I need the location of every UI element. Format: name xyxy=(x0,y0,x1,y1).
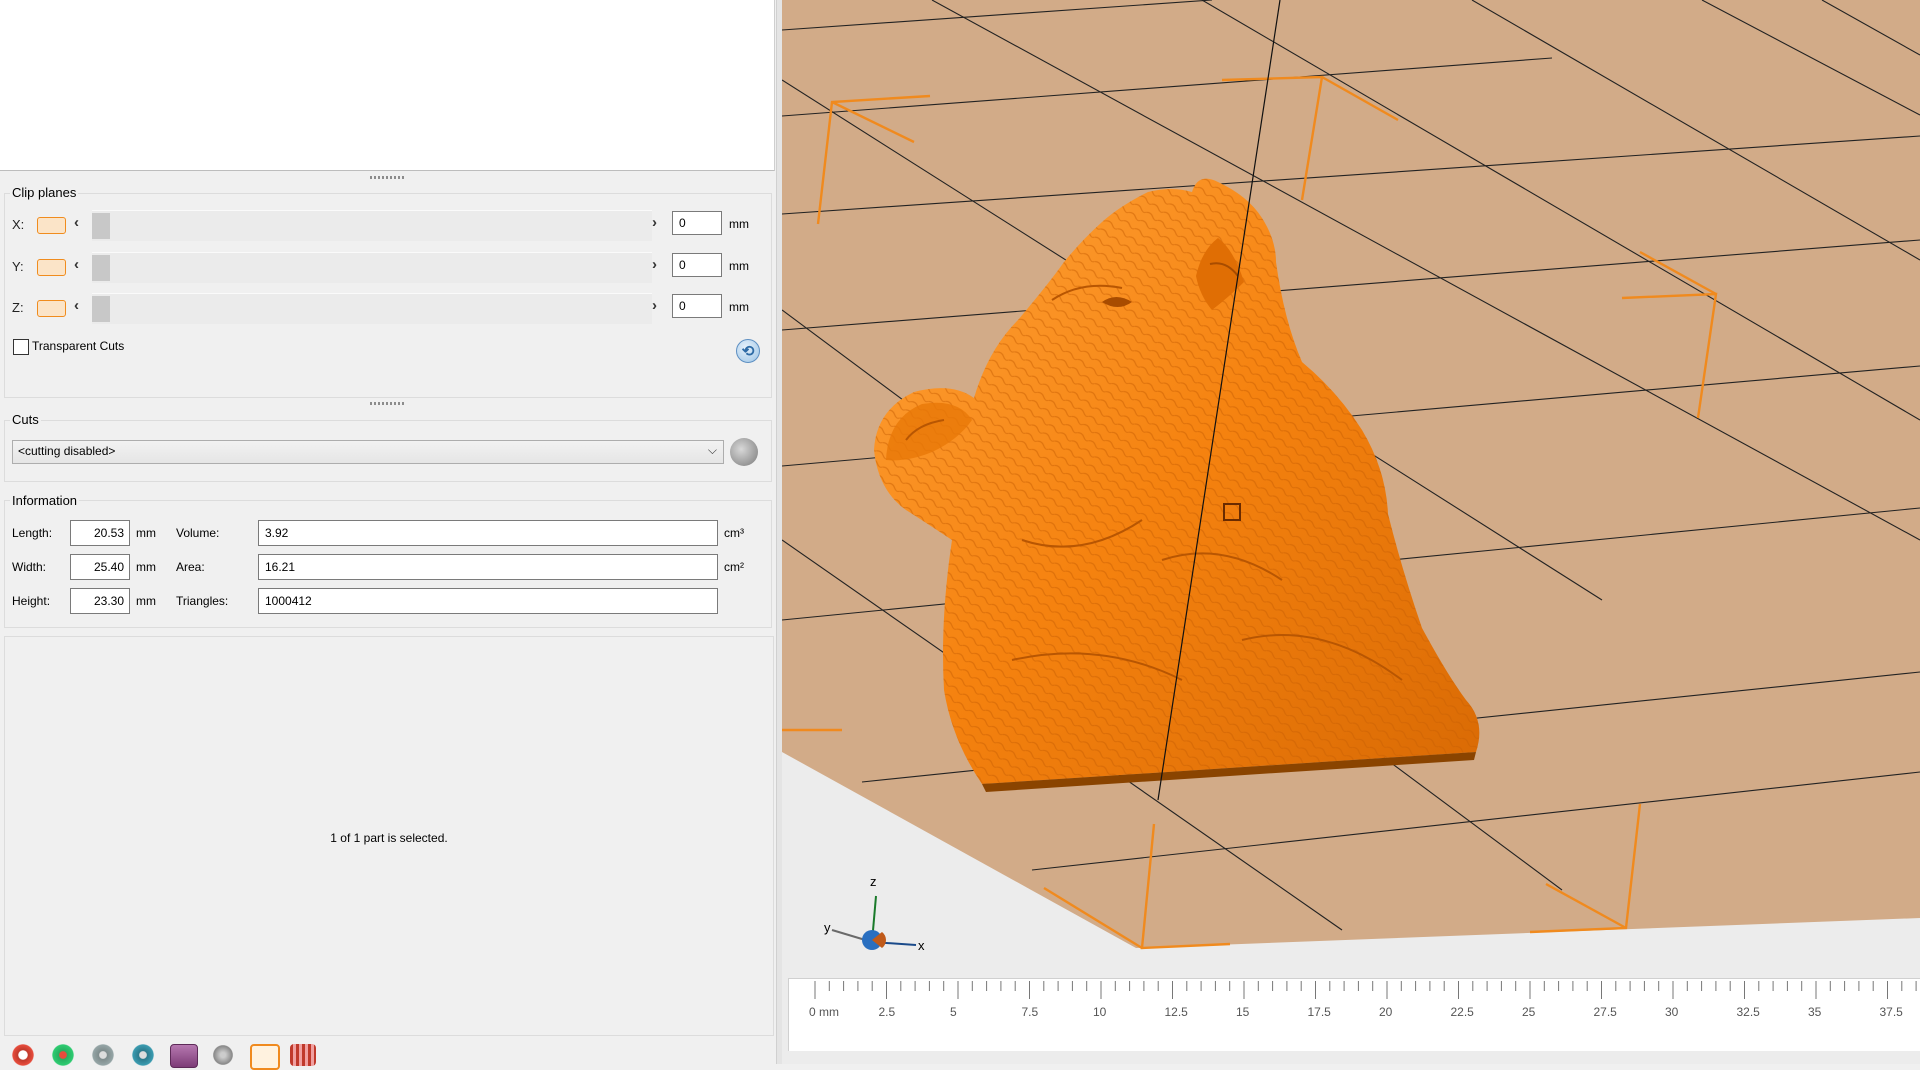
clip-z-toggle[interactable] xyxy=(37,300,66,317)
box-view-icon[interactable] xyxy=(170,1044,198,1068)
clip-z-value[interactable] xyxy=(672,294,722,318)
clip-y-unit: mm xyxy=(729,259,749,273)
width-unit: mm xyxy=(136,560,156,574)
bottom-toolbar xyxy=(6,1040,326,1070)
ruler-label: 35 xyxy=(1808,1005,1822,1019)
clip-y-decrement[interactable]: ‹ xyxy=(74,256,79,273)
length-value: 20.53 xyxy=(70,520,130,546)
triangles-label: Triangles: xyxy=(176,594,229,608)
ruler-label: 2.5 xyxy=(878,1005,896,1019)
clip-z-unit: mm xyxy=(729,300,749,314)
cuts-title: Cuts xyxy=(10,412,41,427)
ruler-label: 25 xyxy=(1522,1005,1536,1019)
area-label: Area: xyxy=(176,560,205,574)
ruler-label: 20 xyxy=(1379,1005,1393,1019)
clip-x-slider[interactable] xyxy=(92,210,652,241)
clip-axis-label: Y: xyxy=(12,259,24,274)
ruler-label: 5 xyxy=(950,1005,957,1019)
measurement-ruler: 0 mm 2.5 5 7.5 10 12.5 15 17.5 20 22.5 25 27.5 30 32.… xyxy=(788,978,1920,1051)
ruler-label: 15 xyxy=(1236,1005,1250,1019)
clip-z-increment[interactable]: › xyxy=(652,297,657,314)
clip-x-toggle[interactable] xyxy=(37,217,66,234)
transparent-cuts-label: Transparent Cuts xyxy=(32,339,125,353)
ruler-label: 22.5 xyxy=(1450,1005,1474,1019)
3d-viewport[interactable]: z y x 0 mm 2.5 5 7.5 10 12.5 15 17.5 20 22.5 25 27.… xyxy=(782,0,1920,1064)
clip-x-decrement[interactable]: ‹ xyxy=(74,214,79,231)
width-label: Width: xyxy=(12,560,47,574)
height-label: Height: xyxy=(12,594,51,608)
height-unit: mm xyxy=(136,594,156,608)
volume-label: Volume: xyxy=(176,526,220,540)
ruler-label: 12.5 xyxy=(1164,1005,1188,1019)
grid-tool-icon[interactable] xyxy=(290,1044,316,1066)
area-unit: cm² xyxy=(724,560,744,574)
ruler-label: 10 xyxy=(1093,1005,1107,1019)
clip-row-y: Y: ‹ › mm xyxy=(8,250,758,284)
ruler-label: 30 xyxy=(1665,1005,1679,1019)
chevron-down-icon: ⌵ xyxy=(707,443,717,457)
cuts-dropdown[interactable]: <cutting disabled> ⌵ xyxy=(12,440,724,464)
ruler-label: 32.5 xyxy=(1736,1005,1760,1019)
width-value: 25.40 xyxy=(70,554,130,580)
clip-y-toggle[interactable] xyxy=(37,259,66,276)
reset-clip-icon[interactable]: ⟲ xyxy=(736,339,760,363)
ruler-label: 37.5 xyxy=(1879,1005,1903,1019)
ruler-label: 17.5 xyxy=(1307,1005,1331,1019)
ruler-label: 27.5 xyxy=(1593,1005,1617,1019)
clip-z-slider-thumb[interactable] xyxy=(92,296,110,322)
axis-y-label: y xyxy=(824,920,831,935)
axis-gizmo xyxy=(831,895,917,950)
rotate-right-icon[interactable] xyxy=(130,1044,156,1066)
transparent-cuts-checkbox[interactable] xyxy=(13,339,29,355)
axis-z-label: z xyxy=(870,874,877,889)
left-panel: Clip planes X: ‹ › mm Y: ‹ › mm Z: ‹ › m… xyxy=(0,0,776,1070)
axis-x-label: x xyxy=(918,938,925,953)
clip-x-increment[interactable]: › xyxy=(652,214,657,231)
clip-axis-label: Z: xyxy=(12,300,24,315)
information-title: Information xyxy=(10,493,80,508)
cuts-selected: <cutting disabled> xyxy=(18,444,116,458)
length-unit: mm xyxy=(136,526,156,540)
clip-y-value[interactable] xyxy=(672,253,722,277)
splitter-grip[interactable] xyxy=(370,402,404,405)
clip-planes-title: Clip planes xyxy=(10,185,79,200)
volume-value: 3.92 xyxy=(258,520,718,546)
length-label: Length: xyxy=(12,526,53,540)
sphere-view-icon[interactable] xyxy=(210,1044,236,1066)
mesh-repair-icon[interactable] xyxy=(50,1044,76,1066)
clip-z-slider[interactable] xyxy=(92,293,652,324)
clip-x-slider-thumb[interactable] xyxy=(92,213,110,239)
clip-axis-label: X: xyxy=(12,217,25,232)
scene-canvas[interactable] xyxy=(782,0,1920,1064)
settings-gear-icon[interactable] xyxy=(10,1044,36,1066)
clip-x-value[interactable] xyxy=(672,211,722,235)
clip-row-x: X: ‹ › mm xyxy=(8,208,758,242)
clip-z-decrement[interactable]: ‹ xyxy=(74,297,79,314)
object-list-area[interactable] xyxy=(0,0,775,171)
clip-x-unit: mm xyxy=(729,217,749,231)
triangles-value: 1000412 xyxy=(258,588,718,614)
rotate-left-icon[interactable] xyxy=(90,1044,116,1066)
selection-status-text: 1 of 1 part is selected. xyxy=(330,831,448,845)
clip-row-z: Z: ‹ › mm xyxy=(8,291,758,325)
splitter-grip[interactable] xyxy=(370,176,404,179)
ruler-label: 7.5 xyxy=(1021,1005,1039,1019)
volume-unit: cm³ xyxy=(724,526,744,540)
selection-status-panel: 1 of 1 part is selected. xyxy=(4,636,774,1036)
clip-y-slider[interactable] xyxy=(92,252,652,283)
height-value: 23.30 xyxy=(70,588,130,614)
area-value: 16.21 xyxy=(258,554,718,580)
clip-y-increment[interactable]: › xyxy=(652,256,657,273)
ruler-label: 0 mm xyxy=(809,1005,839,1019)
cut-tool-icon[interactable] xyxy=(730,438,758,466)
select-part-icon[interactable] xyxy=(250,1044,280,1070)
clip-y-slider-thumb[interactable] xyxy=(92,255,110,281)
